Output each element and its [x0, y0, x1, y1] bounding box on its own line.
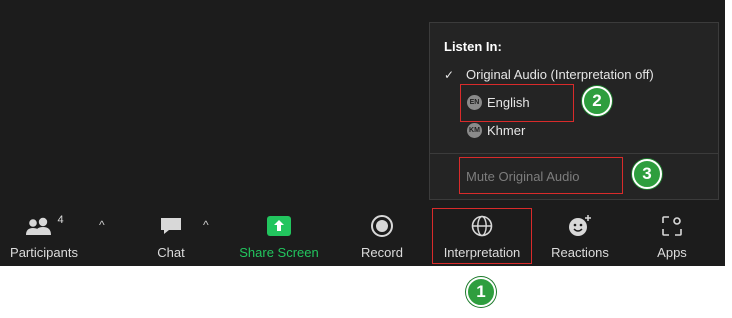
- meeting-toolbar: 4 Participants ^ Chat ^ Share Screen Rec…: [0, 206, 725, 266]
- record-icon: [370, 212, 394, 240]
- reactions-button[interactable]: Reactions: [544, 206, 616, 266]
- popup-heading: Listen In:: [444, 39, 502, 54]
- step-badge-1: 1: [466, 277, 496, 307]
- chat-bubble-icon: [159, 212, 183, 240]
- participants-chevron-up-icon[interactable]: ^: [99, 218, 105, 232]
- participants-label: Participants: [10, 245, 78, 260]
- participants-icon: 4: [24, 212, 64, 240]
- participant-count: 4: [57, 214, 64, 226]
- highlight-mute-box: [459, 157, 623, 194]
- step-badge-3: 3: [632, 159, 662, 189]
- chat-chevron-up-icon[interactable]: ^: [203, 218, 209, 232]
- record-label: Record: [361, 245, 403, 260]
- language-option-khmer[interactable]: KM Khmer: [467, 123, 525, 138]
- popup-divider: [430, 153, 718, 154]
- chat-button[interactable]: Chat: [140, 206, 202, 266]
- apps-button[interactable]: Apps: [646, 206, 698, 266]
- checkmark-icon: ✓: [444, 67, 455, 82]
- apps-label: Apps: [657, 245, 687, 260]
- apps-icon: [661, 212, 683, 240]
- emoji-plus-icon: [567, 212, 593, 240]
- participants-button[interactable]: 4 Participants: [2, 206, 86, 266]
- record-button[interactable]: Record: [352, 206, 412, 266]
- language-label: Khmer: [487, 123, 526, 138]
- chat-label: Chat: [157, 245, 185, 260]
- share-screen-button[interactable]: Share Screen: [234, 206, 324, 266]
- original-audio-label: Original Audio (Interpretation off): [466, 67, 654, 82]
- share-screen-icon: [266, 212, 292, 240]
- reactions-label: Reactions: [551, 245, 609, 260]
- highlight-english-box: [460, 84, 574, 122]
- step-badge-2: 2: [582, 86, 612, 116]
- original-audio-option[interactable]: ✓ Original Audio (Interpretation off): [444, 67, 654, 82]
- share-screen-label: Share Screen: [239, 245, 319, 260]
- language-badge-icon: KM: [467, 123, 482, 138]
- highlight-interpretation-box: [432, 208, 532, 264]
